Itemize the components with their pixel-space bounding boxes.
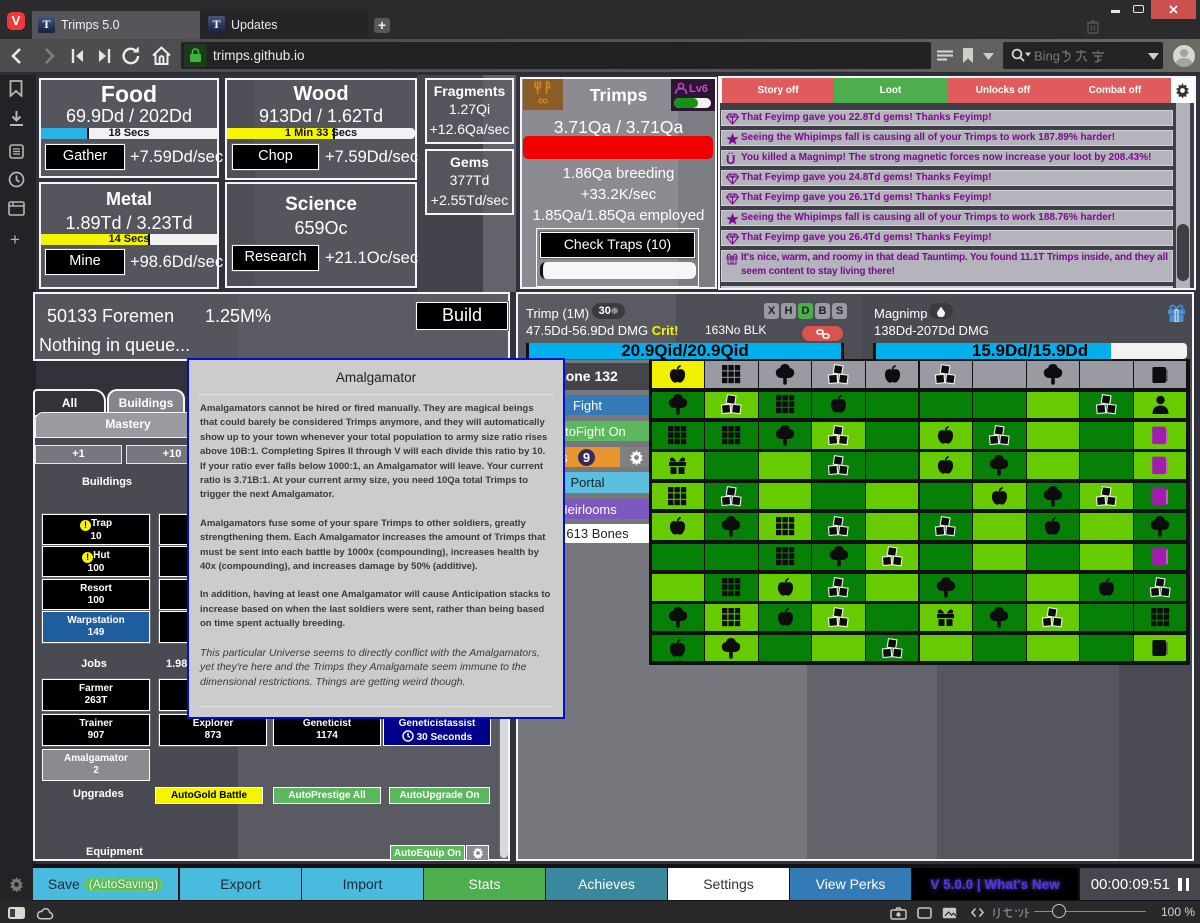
svg-text:Bing: Bing <box>1034 49 1060 63</box>
